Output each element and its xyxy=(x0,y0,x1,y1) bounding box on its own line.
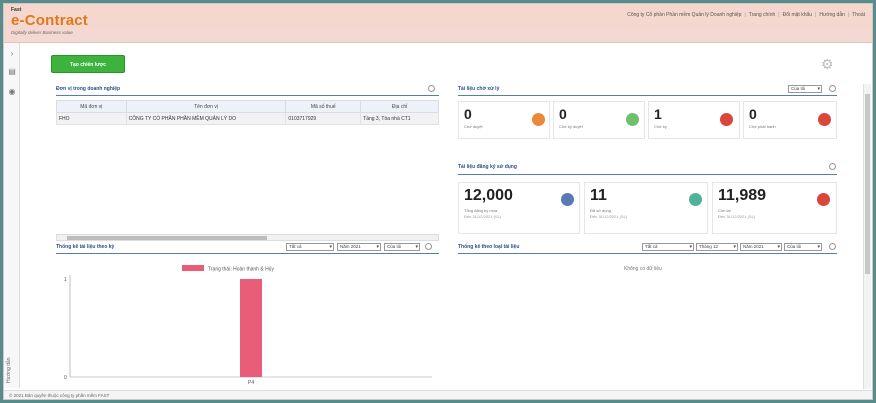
column-header[interactable]: Mã số thuế xyxy=(285,100,362,113)
year-select[interactable]: Năm 2021 xyxy=(337,243,381,251)
stat-value: 11 xyxy=(590,187,607,204)
stat-label: Chờ ký xyxy=(654,124,667,129)
year-select[interactable]: Năm 2021 xyxy=(740,243,782,251)
divider xyxy=(56,253,439,254)
refresh-icon[interactable] xyxy=(829,163,836,170)
owner-select[interactable]: Của tôi xyxy=(384,243,420,251)
stat-value: 1 xyxy=(654,106,662,122)
tagline: Digitally deliver Business value xyxy=(11,30,73,35)
doc-type-select[interactable]: Tất cả xyxy=(286,243,334,251)
right-chart-title: Thống kê theo loại tài liệu xyxy=(458,244,520,250)
check-icon xyxy=(689,193,702,206)
logo[interactable]: e-Contract xyxy=(11,12,88,29)
table-row[interactable]: FHO CÔNG TY CỔ PHẦN PHẦN MỀM QUẢN LÝ DO … xyxy=(56,112,439,125)
document-check-icon xyxy=(626,113,639,126)
horizontal-scrollbar[interactable] xyxy=(56,234,439,241)
header: Fast e-Contract Digitally deliver Busine… xyxy=(4,4,872,43)
used-card[interactable]: 11 Đã sử dụng Đến 31/12/2021 (SL) xyxy=(584,182,708,234)
vertical-scrollbar[interactable] xyxy=(863,84,871,389)
doc-type-select[interactable]: Tất cả xyxy=(642,243,694,251)
document-icon[interactable]: ▤ xyxy=(7,67,17,77)
y-tick-label: 0 xyxy=(64,375,67,381)
divider xyxy=(56,95,439,96)
stat-value: 0 xyxy=(749,106,757,122)
stat-label: Chờ ký duyệt xyxy=(559,124,583,129)
legend-swatch xyxy=(182,265,204,271)
top-nav: Công ty Cổ phần Phần mềm Quản lý Doanh n… xyxy=(624,12,868,18)
stat-value: 12,000 xyxy=(464,187,513,204)
stat-value: 0 xyxy=(464,106,472,122)
bar[interactable] xyxy=(240,279,262,377)
refresh-icon[interactable] xyxy=(829,243,836,250)
create-button[interactable]: Tạo chiến lược xyxy=(51,55,125,73)
x-tick-label: P4 xyxy=(248,380,254,386)
scroll-thumb[interactable] xyxy=(67,236,267,240)
column-header[interactable]: Tên đơn vị xyxy=(125,100,287,113)
stop-icon xyxy=(818,113,831,126)
chart-marks: 1 0 P4 xyxy=(64,277,262,386)
total-registered-card[interactable]: 12,000 Tổng đăng ký mua Đến 31/12/2021 (… xyxy=(458,182,580,234)
chart-legend: Trạng thái: Hoàn thành & Hủy xyxy=(182,265,274,273)
remaining-card[interactable]: 11,989 Còn lại Đến 31/12/2021 (SL) xyxy=(712,182,837,234)
footer: © 2021 Bản quyền thuộc công ty phần mềm … xyxy=(4,390,872,399)
stat-sub: Đến 31/12/2021 (SL) xyxy=(590,214,628,219)
document-icon xyxy=(561,193,574,206)
usage-panel-title: Tài liệu đăng ký sử dụng xyxy=(458,164,517,170)
company-link[interactable]: Công ty Cổ phần Phần mềm Quản lý Doanh n… xyxy=(624,12,744,18)
stat-label: Đã sử dụng xyxy=(590,208,611,213)
refresh-icon[interactable] xyxy=(425,243,432,250)
pending-approval-card[interactable]: 0 Chờ duyệt xyxy=(458,101,550,139)
y-tick-label: 1 xyxy=(64,277,67,283)
divider xyxy=(458,95,837,96)
stat-label: Tổng đăng ký mua xyxy=(464,208,498,213)
refresh-icon[interactable] xyxy=(829,85,836,92)
guide-link[interactable]: Hướng dẫn xyxy=(816,12,848,18)
table-cell: Tầng 3, Tòa nhà CT1 xyxy=(360,112,439,125)
partners-panel-title: Đơn vị trong doanh nghiệp xyxy=(56,86,121,92)
column-header[interactable]: Địa chỉ xyxy=(360,100,439,113)
stat-sub: Đến 31/12/2021 (SL) xyxy=(718,214,756,219)
search-icon xyxy=(532,113,545,126)
stat-sub: Đến 31/12/2021 (SL) xyxy=(464,214,502,219)
table-cell: CÔNG TY CỔ PHẦN PHẦN MỀM QUẢN LÝ DO xyxy=(125,112,287,125)
partners-table: Mã đơn vị Tên đơn vị Mã số thuế Địa chỉ … xyxy=(56,100,439,125)
empty-state-text: Không có dữ liệu xyxy=(624,266,662,272)
refresh-icon[interactable] xyxy=(428,85,435,92)
scroll-thumb[interactable] xyxy=(865,94,870,274)
stat-label: Chờ phát hành xyxy=(749,124,776,129)
divider xyxy=(458,253,837,254)
settings-icon[interactable]: ⚙ xyxy=(821,56,837,72)
divider xyxy=(458,174,837,175)
change-password-link[interactable]: Đổi mật khẩu xyxy=(780,12,815,18)
owner-select[interactable]: Của tôi xyxy=(784,243,822,251)
column-header[interactable]: Mã đơn vị xyxy=(56,100,127,113)
chart: Trạng thái: Hoàn thành & Hủy 1 0 P4 xyxy=(64,265,432,386)
stat-value: 11,989 xyxy=(718,187,767,204)
stat-value: 0 xyxy=(559,106,567,122)
pending-release-card[interactable]: 0 Chờ phát hành xyxy=(743,101,837,139)
month-select[interactable]: Tháng 12 xyxy=(696,243,738,251)
remaining-icon xyxy=(817,193,830,206)
home-link[interactable]: Trang chính xyxy=(746,12,779,18)
docs-panel-title: Tài liệu chờ xử lý xyxy=(458,86,500,92)
warning-icon xyxy=(720,113,733,126)
expand-icon[interactable]: › xyxy=(7,49,17,59)
stat-label: Chờ duyệt xyxy=(464,124,483,129)
pending-sign-approval-card[interactable]: 0 Chờ ký duyệt xyxy=(553,101,645,139)
table-cell: 0103717929 xyxy=(285,112,362,125)
logout-link[interactable]: Thoát xyxy=(849,12,868,18)
report-icon[interactable]: ◉ xyxy=(7,87,17,97)
pending-sign-card[interactable]: 1 Chờ ký xyxy=(648,101,740,139)
stat-label: Còn lại xyxy=(718,208,731,213)
left-chart-title: Thống kê tài liệu theo kỳ xyxy=(56,244,115,250)
sidebar-guide-label[interactable]: Hướng dẫn xyxy=(6,343,18,383)
docs-owner-select[interactable]: Của tôi xyxy=(788,85,822,93)
left-toolbar: › ▤ ◉ Hướng dẫn xyxy=(4,43,20,388)
legend-label: Trạng thái: Hoàn thành & Hủy xyxy=(208,266,274,273)
table-cell: FHO xyxy=(56,112,127,125)
app-window: Fast e-Contract Digitally deliver Busine… xyxy=(3,3,873,400)
